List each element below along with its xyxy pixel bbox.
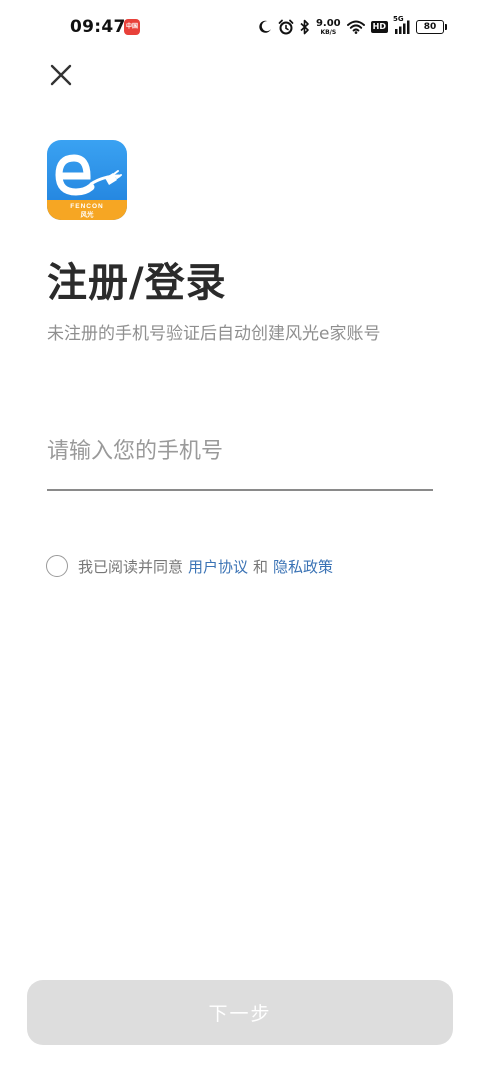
next-button[interactable]: 下一步: [27, 980, 453, 1045]
agreement-and: 和: [253, 557, 269, 576]
page-title: 注册/登录: [47, 260, 227, 306]
user-agreement-link[interactable]: 用户协议: [188, 556, 248, 577]
network-speed-unit: KB/S: [320, 28, 337, 36]
alarm-clock-icon: [278, 19, 294, 35]
battery-level: 80: [423, 22, 437, 32]
app-logo: FENCON 风光: [47, 140, 127, 220]
input-underline: [47, 489, 433, 491]
logo-brand-text: FENCON: [70, 203, 103, 210]
agreement-prefix: 我已阅读并同意: [78, 557, 184, 576]
wifi-icon: [346, 20, 365, 34]
do-not-disturb-moon-icon: [258, 20, 272, 34]
hd-voice-badge: HD: [370, 21, 388, 33]
page-subtitle: 未注册的手机号验证后自动创建风光e家账号: [47, 324, 381, 344]
app-notification-icon: 中国铁: [124, 19, 140, 46]
network-type-label: 5G: [393, 15, 404, 23]
network-speed-value: 9.00: [315, 17, 341, 29]
privacy-policy-link[interactable]: 隐私政策: [273, 556, 333, 577]
agreement-checkbox[interactable]: [46, 555, 68, 577]
bluetooth-icon: [300, 19, 310, 35]
close-button[interactable]: [44, 58, 78, 92]
logo-brand-cn: 风光: [81, 210, 95, 219]
status-bar: 09:47 中国铁 9.00 KB/S HD 5G 80: [0, 0, 480, 56]
close-icon: [50, 64, 72, 86]
cellular-signal-icon: 5G: [393, 15, 410, 34]
agreement-row: 我已阅读并同意 用户协议 和 隐私政策: [46, 553, 338, 579]
battery-icon: 80: [416, 20, 447, 34]
status-time: 09:47: [70, 17, 126, 37]
network-speed: 9.00 KB/S: [315, 17, 341, 36]
status-icons: 9.00 KB/S HD 5G 80: [258, 15, 447, 38]
phone-number-input[interactable]: [47, 428, 433, 474]
